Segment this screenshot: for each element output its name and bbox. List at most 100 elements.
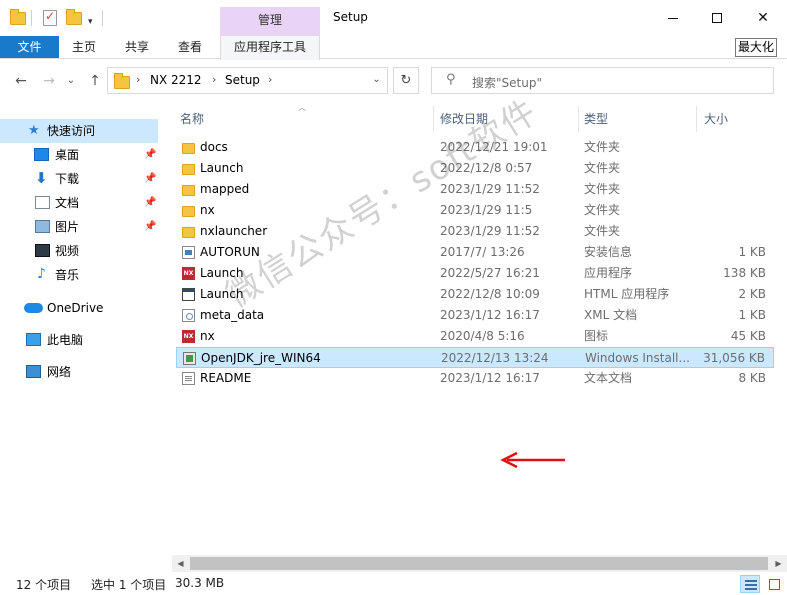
horizontal-scrollbar[interactable]: ◀ ▶	[172, 555, 787, 572]
nav-item-quick-access[interactable]: ★ 快速访问	[0, 119, 158, 143]
nav-item-this-pc[interactable]: 此电脑	[0, 328, 158, 352]
column-header-size[interactable]: 大小	[704, 110, 728, 127]
file-date: 2023/1/12 16:17	[440, 308, 540, 322]
file-row[interactable]: AUTORUN 2017/7/ 13:26 安装信息 1 KB	[176, 242, 774, 263]
file-row[interactable]: meta_data 2023/1/12 16:17 XML 文档 1 KB	[176, 305, 774, 326]
folder-icon	[182, 227, 195, 238]
file-row[interactable]: mapped 2023/1/29 11:52 文件夹	[176, 179, 774, 200]
file-row[interactable]: Launch 2022/12/8 10:09 HTML 应用程序 2 KB	[176, 284, 774, 305]
scroll-left-icon[interactable]: ◀	[172, 555, 189, 572]
pin-icon[interactable]: 📌	[144, 167, 156, 191]
breadcrumb-nx-2212[interactable]: NX 2212	[150, 73, 202, 87]
file-name: nx	[200, 203, 215, 217]
computer-icon	[26, 333, 41, 346]
folder-icon[interactable]	[10, 8, 26, 27]
close-icon: ✕	[757, 10, 769, 26]
scrollbar-thumb[interactable]	[190, 557, 768, 570]
column-header-name[interactable]: 名称	[180, 110, 204, 127]
nav-item-label: 网络	[47, 365, 72, 379]
file-list: ︿ 名称 修改日期 类型 大小 docs 2022/12/21 19:01 文件夹 L…	[172, 102, 787, 572]
recent-locations-button[interactable]: ⌄	[60, 70, 82, 92]
column-divider[interactable]	[578, 106, 579, 132]
nav-item-pictures[interactable]: 图片 📌	[0, 215, 158, 239]
file-row[interactable]: nx 2023/1/29 11:5 文件夹	[176, 200, 774, 221]
file-date: 2020/4/8 5:16	[440, 329, 525, 343]
up-button[interactable]: ↑	[84, 70, 106, 92]
scroll-right-icon[interactable]: ▶	[770, 555, 787, 572]
setup-info-icon	[182, 246, 195, 259]
tab-home[interactable]: 主页	[66, 36, 102, 58]
nav-item-label: 文档	[55, 196, 80, 210]
file-row[interactable]: nxlauncher 2023/1/29 11:52 文件夹	[176, 221, 774, 242]
pin-icon[interactable]: 📌	[144, 143, 156, 167]
address-dropdown-button[interactable]: ⌄	[365, 67, 388, 94]
file-row[interactable]: OpenJDK_jre_WIN64 2022/12/13 13:24 Windows…	[176, 347, 774, 368]
close-button[interactable]: ✕	[740, 0, 786, 36]
search-input[interactable]: 搜索"Setup"	[472, 74, 542, 91]
file-size: 8 KB	[738, 371, 766, 385]
nav-item-downloads[interactable]: ⬇ 下载 📌	[0, 167, 158, 191]
tab-share[interactable]: 共享	[118, 36, 156, 58]
red-arrow-annotation	[500, 451, 565, 469]
file-row[interactable]: README 2023/1/12 16:17 文本文档 8 KB	[176, 368, 774, 389]
nav-item-onedrive[interactable]: OneDrive	[0, 296, 158, 320]
file-type: 文本文档	[584, 371, 633, 385]
pin-icon[interactable]: 📌	[144, 215, 156, 239]
cloud-icon	[24, 303, 43, 313]
minimize-icon	[668, 17, 678, 19]
maximize-icon	[712, 13, 722, 23]
nav-item-label: 快速访问	[47, 124, 96, 138]
file-date: 2022/12/8 10:09	[440, 287, 540, 301]
search-box[interactable]: ⚲ 搜索"Setup"	[431, 67, 774, 94]
file-row[interactable]: docs 2022/12/21 19:01 文件夹	[176, 137, 774, 158]
folder-icon	[182, 164, 195, 175]
file-size: 31,056 KB	[703, 351, 765, 365]
maximize-button[interactable]	[694, 0, 740, 36]
file-row[interactable]: NX nx 2020/4/8 5:16 图标 45 KB	[176, 326, 774, 347]
nav-item-network[interactable]: 网络	[0, 360, 158, 384]
breadcrumb-separator-icon[interactable]: ›	[212, 73, 216, 86]
column-divider[interactable]	[433, 106, 434, 132]
selection-size: 30.3 MB	[175, 576, 225, 590]
quick-access-divider	[102, 10, 103, 26]
large-icons-icon	[769, 579, 780, 590]
file-date: 2022/12/13 13:24	[441, 351, 549, 365]
column-header-date[interactable]: 修改日期	[440, 110, 488, 127]
breadcrumb-setup[interactable]: Setup	[225, 73, 260, 87]
tab-file[interactable]: 文件	[0, 36, 59, 58]
properties-icon[interactable]	[43, 9, 57, 27]
arrow-left-icon: ←	[15, 73, 27, 89]
tab-view[interactable]: 查看	[172, 36, 208, 58]
file-name: README	[200, 371, 252, 385]
nav-item-music[interactable]: ♪ 音乐	[0, 263, 158, 287]
item-count: 12 个项目	[16, 578, 72, 592]
folder-icon	[114, 73, 130, 89]
address-bar[interactable]: › NX 2212 › Setup ›	[107, 67, 388, 94]
customize-toolbar-icon[interactable]: ▾	[88, 13, 93, 31]
status-bar: 12 个项目 选中 1 个项目 30.3 MB	[0, 572, 787, 595]
refresh-button[interactable]: ↻	[393, 67, 419, 94]
tab-application-tools[interactable]: 应用程序工具	[220, 36, 320, 60]
nav-item-desktop[interactable]: 桌面 📌	[0, 143, 158, 167]
new-folder-icon[interactable]	[66, 8, 82, 27]
network-icon	[26, 365, 41, 378]
file-row[interactable]: Launch 2022/12/8 0:57 文件夹	[176, 158, 774, 179]
details-view-button[interactable]	[740, 575, 760, 593]
nav-item-label: 桌面	[55, 148, 80, 162]
nav-item-documents[interactable]: 文档 📌	[0, 191, 158, 215]
text-file-icon	[182, 372, 195, 385]
file-row[interactable]: NX Launch 2022/5/27 16:21 应用程序 138 KB	[176, 263, 774, 284]
column-header-type[interactable]: 类型	[584, 110, 608, 127]
breadcrumb-separator-icon[interactable]: ›	[268, 73, 272, 86]
nav-item-videos[interactable]: 视频	[0, 239, 158, 263]
large-icons-view-button[interactable]	[764, 575, 784, 593]
forward-button[interactable]: →	[38, 70, 60, 92]
context-tab-manage[interactable]: 管理	[220, 7, 320, 36]
pin-icon[interactable]: 📌	[144, 191, 156, 215]
column-divider[interactable]	[696, 106, 697, 132]
file-type: 文件夹	[584, 161, 621, 175]
back-button[interactable]: ←	[10, 70, 32, 92]
breadcrumb-separator-icon[interactable]: ›	[136, 73, 140, 86]
minimize-button[interactable]	[650, 0, 696, 36]
pane-splitter[interactable]	[160, 102, 172, 572]
